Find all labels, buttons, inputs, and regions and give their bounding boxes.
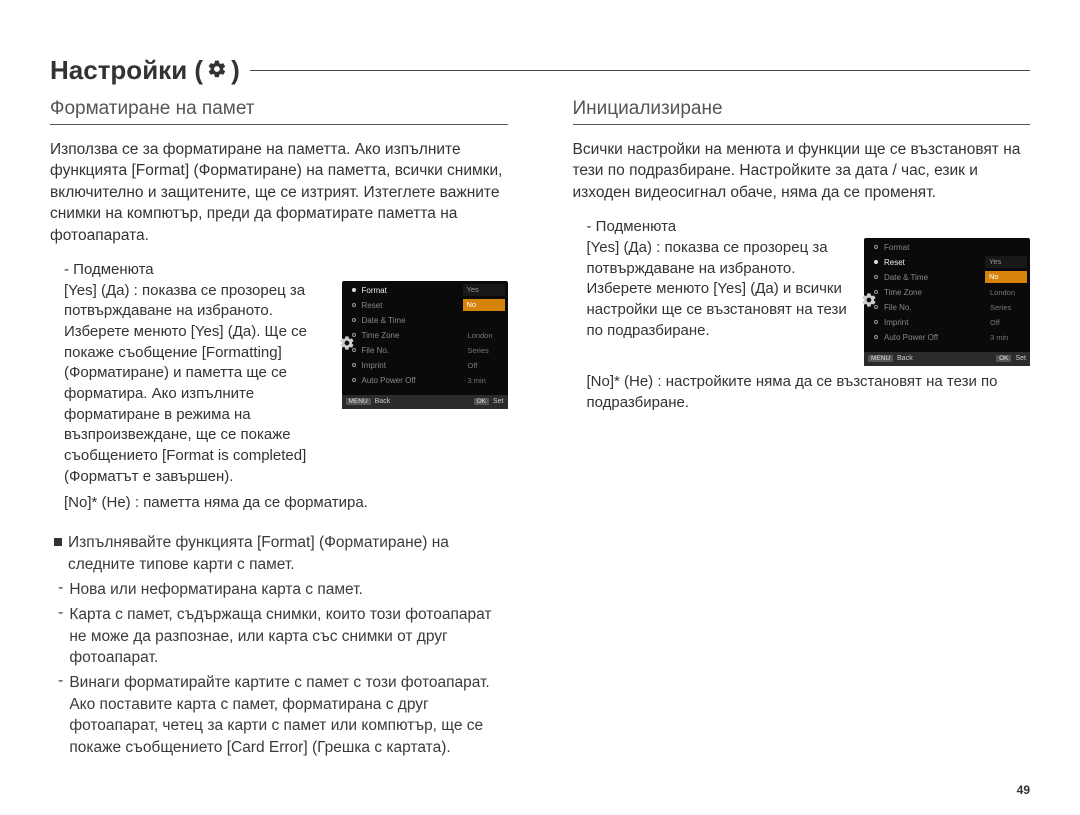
- lcd-ok-button: OK: [996, 355, 1011, 362]
- format-no-label: [No]* (Не) :: [64, 494, 139, 511]
- column-reset: Инициализиране Всички настройки на менют…: [573, 98, 1031, 758]
- section-heading-reset: Инициализиране: [573, 98, 1031, 125]
- format-no-row: [No]* (Не) : паметта няма да се форматир…: [50, 493, 508, 514]
- column-format: Форматиране на памет Използва се за форм…: [50, 98, 508, 758]
- lcd-option-yes: Yes: [463, 284, 505, 296]
- title-rule: [250, 70, 1030, 72]
- lcd-back-label: Back: [375, 398, 391, 405]
- lcd-screenshot-reset: Format Reset Yes Date & Time No Time Zon…: [864, 238, 1030, 366]
- reset-yes-label: [Yes] (Да) :: [587, 239, 661, 256]
- lcd-item: Time Zone: [362, 331, 468, 340]
- page-title-suffix: ): [231, 55, 240, 86]
- square-bullet-icon: [54, 538, 62, 546]
- lcd-ok-button: OK: [474, 398, 489, 405]
- format-no-text: паметта няма да се форматира.: [143, 494, 368, 511]
- format-dash-1: Нова или неформатирана карта с памет.: [69, 579, 507, 600]
- lcd-menu-button: MENU: [346, 398, 371, 405]
- format-bullet: Изпълнявайте функцията [Format] (Формати…: [68, 532, 508, 575]
- lcd-item: Format: [884, 243, 1030, 252]
- lcd-bottom-bar: MENU Back OK Set: [864, 352, 1030, 366]
- format-yes-text: показва се прозорец за потвърждаване на …: [64, 282, 307, 485]
- lcd-item: File No.: [362, 346, 468, 355]
- section-heading-format: Форматиране на памет: [50, 98, 508, 125]
- page-title: Настройки ( ): [50, 55, 1030, 86]
- lcd-item: Auto Power Off: [884, 333, 990, 342]
- reset-no-row: [No]* (Не) : настройките няма да се възс…: [573, 372, 1031, 413]
- reset-intro: Всички настройки на менюта и функции ще …: [573, 139, 1031, 203]
- lcd-item: Imprint: [362, 361, 468, 370]
- reset-no-label: [No]* (Не) :: [587, 373, 662, 390]
- format-dash-2: Карта с памет, съдържаща снимки, които т…: [69, 604, 507, 668]
- page-number: 49: [1017, 783, 1030, 797]
- format-dash-3: Винаги форматирайте картите с памет с то…: [69, 672, 507, 758]
- lcd-item: Imprint: [884, 318, 990, 327]
- lcd-option-no: No: [985, 271, 1027, 283]
- format-submenus-label: - Подменюта: [50, 260, 508, 281]
- lcd-item: Time Zone: [884, 288, 990, 297]
- lcd-set-label: Set: [493, 398, 504, 405]
- lcd-item: Date & Time: [362, 316, 468, 325]
- lcd-menu-button: MENU: [868, 355, 893, 362]
- reset-submenus-label: - Подменюта: [573, 217, 1031, 238]
- lcd-item: Auto Power Off: [362, 376, 468, 385]
- lcd-option-yes: Yes: [985, 256, 1027, 268]
- lcd-item: File No.: [884, 303, 990, 312]
- format-yes-label: [Yes] (Да) :: [64, 282, 138, 299]
- page-title-prefix: Настройки (: [50, 55, 203, 86]
- lcd-screenshot-format: Format Yes Reset No Date & Time Time Zon…: [342, 281, 508, 409]
- gear-icon: [207, 55, 227, 86]
- lcd-back-label: Back: [897, 355, 913, 362]
- lcd-set-label: Set: [1015, 355, 1026, 362]
- format-intro: Използва се за форматиране на паметта. А…: [50, 139, 508, 246]
- lcd-option-no: No: [463, 299, 505, 311]
- lcd-bottom-bar: MENU Back OK Set: [342, 395, 508, 409]
